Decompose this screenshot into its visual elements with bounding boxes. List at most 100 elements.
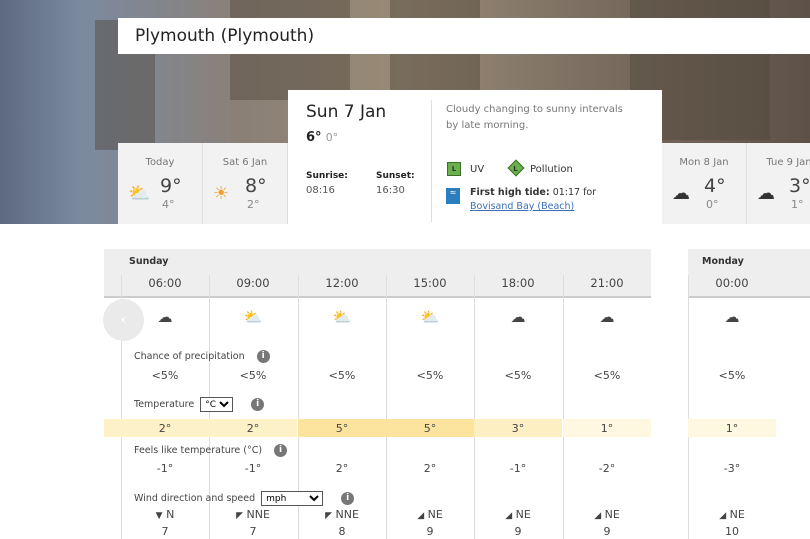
sun-cloud-icon: ⛅ xyxy=(243,308,263,326)
wind-dir-text: NE xyxy=(729,508,745,521)
wind-arrow-icon: ▼ xyxy=(155,511,163,521)
feels-value: -1° xyxy=(156,462,174,475)
temp-unit-select[interactable]: °C xyxy=(200,397,234,412)
temp-value: 5° xyxy=(423,422,437,435)
location-title: Plymouth (Plymouth) xyxy=(118,18,810,54)
wind-dir-text: NE xyxy=(427,508,443,521)
wind-direction: ◢ NE xyxy=(386,508,474,521)
weather-description: Cloudy changing to sunny intervals by la… xyxy=(446,104,623,131)
info-icon[interactable]: i xyxy=(251,398,265,411)
wind-arrow-icon: ◢ xyxy=(417,511,425,521)
precip-value: <5% xyxy=(239,369,267,382)
hour-label: 12:00 xyxy=(325,276,359,290)
wind-speed: 7 xyxy=(249,525,257,538)
wind-arrow-icon: ◢ xyxy=(594,511,602,521)
feels-value: -1° xyxy=(509,462,527,475)
wind-direction: ▼ N xyxy=(121,508,209,521)
precip-value: <5% xyxy=(328,369,356,382)
wind-dir-text: NNE xyxy=(246,508,270,521)
feels-value: 2° xyxy=(423,462,437,475)
cloud-icon: ☁ xyxy=(672,183,690,204)
pollution-badge[interactable]: L xyxy=(507,159,525,177)
temp-value: 1° xyxy=(600,422,614,435)
precip-value: <5% xyxy=(416,369,444,382)
precip-label: Chance of precipitation i xyxy=(134,350,270,363)
info-icon[interactable]: i xyxy=(341,492,355,505)
previous-button[interactable]: ‹ xyxy=(103,299,144,341)
moon-cloud-icon: ☁ xyxy=(599,308,615,326)
temp-value: 2° xyxy=(158,422,172,435)
wind-direction: ◢ NE xyxy=(688,508,776,521)
wind-dir-text: NNE xyxy=(335,508,359,521)
hourly-header-sunday xyxy=(104,249,651,298)
precip-value: <5% xyxy=(593,369,621,382)
wind-direction: ◤ NNE xyxy=(298,508,386,521)
high-temp: 6° xyxy=(306,130,322,145)
cloud-icon: ☁ xyxy=(510,308,526,326)
hour-label: 00:00 xyxy=(715,276,749,290)
hour-label: 09:00 xyxy=(236,276,270,290)
wind-arrow-icon: ◤ xyxy=(236,511,243,521)
wind-label: Wind direction and speed mph i xyxy=(134,491,355,506)
wind-dir-text: NE xyxy=(604,508,620,521)
cloud-icon: ☁ xyxy=(757,183,775,204)
wind-unit-select[interactable]: mph xyxy=(261,491,324,506)
tide-info: First high tide: 01:17 for Bovisand Bay (… xyxy=(470,187,596,212)
selected-date: Sun 7 Jan xyxy=(306,102,387,122)
divider xyxy=(431,100,432,222)
tide-label: First high tide: xyxy=(470,187,550,198)
day-label: Sat 6 Jan xyxy=(222,157,268,168)
day-card-today[interactable]: Today ⛅ 9° 4° xyxy=(118,143,203,224)
precip-value: <5% xyxy=(151,369,179,382)
info-icon[interactable]: i xyxy=(256,350,270,363)
hour-label: 21:00 xyxy=(590,276,624,290)
high-temp: 9° xyxy=(160,175,182,197)
sunset-time: 16:30 xyxy=(376,185,405,196)
sun-cloud-icon: ⛅ xyxy=(332,308,352,326)
tide-location-link[interactable]: Bovisand Bay (Beach) xyxy=(470,201,596,212)
wind-speed: 7 xyxy=(161,525,169,538)
high-temp: 3° xyxy=(789,175,810,197)
sunset-label: Sunset: xyxy=(376,171,415,181)
precip-value: <5% xyxy=(718,369,746,382)
day-card-sat[interactable]: Sat 6 Jan ☀ 8° 2° xyxy=(203,143,288,224)
day-card-tue[interactable]: Tue 9 Jan ☁ 3° 1° xyxy=(747,143,810,224)
temp-value: 5° xyxy=(335,422,349,435)
hour-label: 15:00 xyxy=(413,276,447,290)
high-temp: 4° xyxy=(704,175,726,197)
temp-value: 1° xyxy=(725,422,739,435)
uv-badge[interactable]: L xyxy=(447,162,461,176)
sun-icon: ☀ xyxy=(213,183,230,204)
temp-label: Temperature °C i xyxy=(134,397,265,412)
info-icon[interactable]: i xyxy=(274,444,288,457)
feels-value: -2° xyxy=(598,462,616,475)
pollution-level: L xyxy=(513,164,518,173)
wind-speed: 9 xyxy=(603,525,611,538)
feels-label: Feels like temperature (°C) i xyxy=(134,444,288,457)
tide-time: 01:17 for xyxy=(549,187,597,198)
sunrise-time: 08:16 xyxy=(306,185,335,196)
selected-temps: 6° 0° xyxy=(306,130,338,145)
label-text: Temperature xyxy=(134,399,195,410)
sun-cloud-icon: ⛅ xyxy=(420,308,440,326)
low-temp: 0° xyxy=(706,198,719,211)
precip-value: <5% xyxy=(504,369,532,382)
sunrise-label: Sunrise: xyxy=(306,171,348,181)
feels-value: -1° xyxy=(244,462,262,475)
feels-value: -3° xyxy=(723,462,741,475)
low-temp: 1° xyxy=(791,198,804,211)
selected-day-panel: Sun 7 Jan 6° 0° Sunrise: 08:16 Sunset: 1… xyxy=(288,90,662,224)
wind-arrow-icon: ◢ xyxy=(505,511,513,521)
feels-value: 2° xyxy=(335,462,349,475)
sun-cloud-icon: ⛅ xyxy=(128,183,151,204)
hour-label: 18:00 xyxy=(501,276,535,290)
moon-cloud-icon: ☁ xyxy=(724,308,740,326)
day-label: Tue 9 Jan xyxy=(766,157,810,168)
day-card-mon[interactable]: Mon 8 Jan ☁ 4° 0° xyxy=(662,143,747,224)
uv-label: UV xyxy=(470,164,485,175)
wind-dir-text: N xyxy=(166,508,175,521)
wind-speed: 10 xyxy=(725,525,739,538)
hour-label: 06:00 xyxy=(148,276,182,290)
wind-direction: ◢ NE xyxy=(563,508,651,521)
wind-direction: ◢ NE xyxy=(474,508,562,521)
